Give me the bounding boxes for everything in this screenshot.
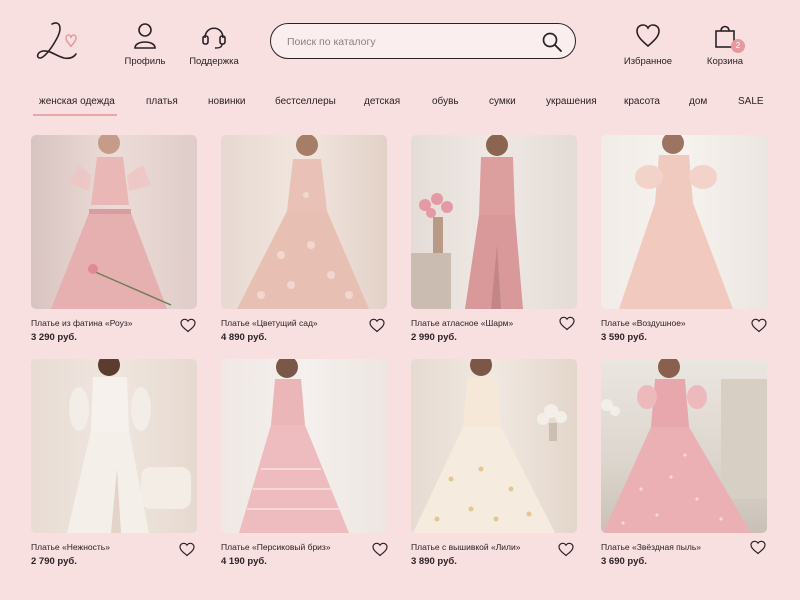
shopping-bag-icon [690, 22, 760, 52]
product-card[interactable]: Платье «Нежность» 2 790 руб. [31, 359, 199, 567]
category-nav: женская одежда платья новинки бестселлер… [0, 90, 800, 116]
product-card[interactable]: Платье атласное «Шарм» 2 990 руб. [411, 135, 579, 343]
product-title[interactable]: Платье с вышивкой «Лили» [411, 542, 520, 552]
product-title[interactable]: Платье «Персиковый бриз» [221, 542, 331, 552]
product-title[interactable]: Платье атласное «Шарм» [411, 318, 513, 328]
cart-button[interactable]: Корзина [690, 22, 760, 67]
search-icon[interactable] [541, 31, 563, 53]
product-price: 4 190 руб. [221, 556, 267, 567]
favorite-heart-icon[interactable] [559, 316, 575, 331]
nav-item-jewelry[interactable]: украшения [546, 96, 597, 107]
product-price: 3 890 руб. [411, 556, 457, 567]
favorite-heart-icon[interactable] [750, 540, 766, 555]
favorites-button[interactable]: Избранное [613, 22, 683, 67]
cart-count-badge: 2 [731, 39, 745, 53]
favorite-heart-icon[interactable] [751, 318, 767, 333]
nav-item-sale[interactable]: SALE [738, 96, 764, 107]
product-photo[interactable] [221, 359, 387, 533]
product-card[interactable]: Платье из фатина «Роуз» 3 290 руб. [31, 135, 199, 343]
product-card[interactable]: Платье «Цветущий сад» 4 890 руб. [221, 135, 389, 343]
logo-icon [36, 22, 77, 60]
product-price: 3 590 руб. [601, 332, 647, 343]
site-header: Профиль Поддержка Избранное [0, 0, 800, 80]
product-title[interactable]: Платье «Цветущий сад» [221, 318, 318, 328]
product-photo[interactable] [411, 359, 577, 533]
product-card[interactable]: Платье «Воздушное» 3 590 руб. [601, 135, 769, 343]
product-card[interactable]: Платье «Звёздная пыль» 3 690 руб. [601, 359, 769, 567]
nav-item-bestsellers[interactable]: бестселлеры [275, 96, 336, 107]
product-title[interactable]: Платье «Нежность» [31, 542, 110, 552]
profile-button[interactable]: Профиль [110, 22, 180, 67]
favorite-heart-icon[interactable] [180, 318, 196, 333]
product-photo[interactable] [31, 359, 197, 533]
favorite-heart-icon[interactable] [558, 542, 574, 557]
nav-item-shoes[interactable]: обувь [432, 96, 459, 107]
product-title[interactable]: Платье «Воздушное» [601, 318, 686, 328]
nav-item-beauty[interactable]: красота [624, 96, 660, 107]
support-label: Поддержка [189, 56, 239, 67]
favorite-heart-icon[interactable] [372, 542, 388, 557]
active-nav-underline [33, 114, 117, 116]
product-photo[interactable] [221, 135, 387, 309]
product-card[interactable]: Платье с вышивкой «Лили» 3 890 руб. [411, 359, 579, 567]
product-price: 4 890 руб. [221, 332, 267, 343]
product-price: 2 990 руб. [411, 332, 457, 343]
headset-icon [179, 22, 249, 52]
favorite-heart-icon[interactable] [369, 318, 385, 333]
product-photo[interactable] [601, 359, 767, 533]
nav-item-womens-clothing[interactable]: женская одежда [39, 96, 115, 107]
product-price: 3 290 руб. [31, 332, 77, 343]
favorite-heart-icon[interactable] [179, 542, 195, 557]
favorites-label: Избранное [623, 56, 673, 67]
nav-item-dresses[interactable]: платья [146, 96, 178, 107]
profile-label: Профиль [124, 56, 166, 67]
product-price: 3 690 руб. [601, 556, 647, 567]
product-card[interactable]: Платье «Персиковый бриз» 4 190 руб. [221, 359, 389, 567]
nav-item-kids[interactable]: детская [364, 96, 400, 107]
search-input[interactable] [287, 32, 537, 52]
product-price: 2 790 руб. [31, 556, 77, 567]
nav-item-bags[interactable]: сумки [489, 96, 516, 107]
user-icon [110, 22, 180, 52]
product-photo[interactable] [411, 135, 577, 309]
cart-label: Корзина [706, 56, 744, 67]
nav-item-new[interactable]: новинки [208, 96, 245, 107]
product-title[interactable]: Платье «Звёздная пыль» [601, 542, 701, 552]
heart-icon [613, 22, 683, 52]
product-photo[interactable] [31, 135, 197, 309]
product-title[interactable]: Платье из фатина «Роуз» [31, 318, 133, 328]
support-button[interactable]: Поддержка [179, 22, 249, 67]
search-bar [270, 23, 576, 59]
brand-logo[interactable] [30, 18, 86, 68]
nav-item-home[interactable]: дом [689, 96, 707, 107]
product-photo[interactable] [601, 135, 767, 309]
